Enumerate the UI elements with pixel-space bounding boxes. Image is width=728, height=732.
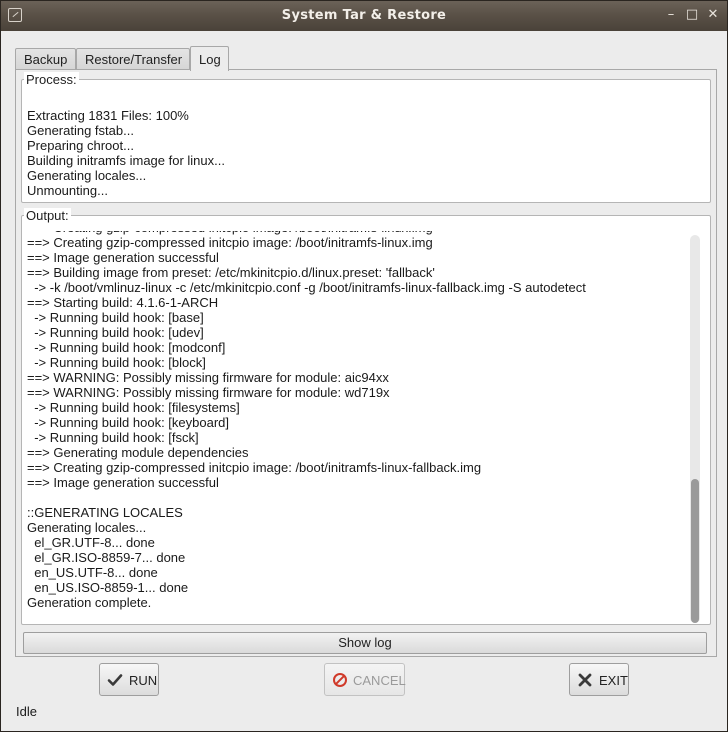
output-line: -> Running build hook: [keyboard] [27, 415, 229, 430]
exit-label: EXIT [599, 673, 628, 688]
checkmark-icon [107, 674, 123, 686]
output-text: ==> Creating gzip-compressed initcpio im… [27, 231, 586, 610]
title-bar[interactable]: System Tar & Restore – □ ✕ [1, 1, 727, 31]
cancel-button[interactable]: CANCEL [324, 663, 406, 696]
process-line: Generating fstab... [27, 123, 134, 138]
output-line: Generating locales... [27, 520, 147, 535]
output-line: el_GR.UTF-8... done [27, 535, 155, 550]
show-log-button[interactable]: Show log [23, 632, 707, 654]
output-line: ==> WARNING: Possibly missing firmware f… [27, 370, 389, 385]
output-line: el_GR.ISO-8859-7... done [27, 550, 186, 565]
output-line: en_US.UTF-8... done [27, 565, 158, 580]
process-line: Generating locales... [27, 168, 147, 183]
output-line: Generation complete. [27, 595, 152, 610]
close-x-icon [578, 673, 592, 687]
output-label: Output: [24, 208, 71, 223]
window-title: System Tar & Restore [281, 8, 447, 23]
minimize-icon[interactable]: – [661, 6, 681, 24]
output-viewport[interactable]: ==> Creating gzip-compressed initcpio im… [22, 231, 692, 625]
output-line: -> Running build hook: [udev] [27, 325, 204, 340]
scrollbar-thumb[interactable] [691, 479, 699, 623]
output-line: ==> Creating gzip-compressed initcpio im… [27, 460, 482, 475]
output-line: -> Running build hook: [filesystems] [27, 400, 240, 415]
run-label: RUN [129, 673, 158, 688]
output-line: -> -k /boot/vmlinuz-linux -c /etc/mkinit… [27, 280, 586, 295]
log-tab-panel: Process: Extracting 1831 Files: 100% Gene… [15, 69, 717, 657]
process-line: Extracting 1831 Files: 100% [27, 108, 189, 123]
output-line: -> Running build hook: [fsck] [27, 430, 199, 445]
run-button[interactable]: RUN [99, 663, 159, 696]
cancel-label: CANCEL [353, 673, 406, 688]
output-line: -> Running build hook: [modconf] [27, 340, 226, 355]
output-scrollbar[interactable] [690, 235, 700, 623]
process-label: Process: [24, 72, 79, 87]
output-line: ==> Creating gzip-compressed initcpio im… [27, 235, 433, 250]
main-window: System Tar & Restore – □ ✕ Backup Restor… [0, 0, 728, 732]
tab-restore-transfer[interactable]: Restore/Transfer [76, 48, 190, 69]
output-line: ==> Starting build: 4.1.6-1-ARCH [27, 295, 219, 310]
maximize-icon[interactable]: □ [682, 6, 702, 24]
process-line: Building initramfs image for linux... [27, 153, 225, 168]
status-text: Idle [16, 704, 37, 719]
process-text: Extracting 1831 Files: 100% Generating fs… [27, 108, 225, 198]
process-line: Preparing chroot... [27, 138, 134, 153]
output-line: -> Running build hook: [block] [27, 355, 206, 370]
output-line: ==> Generating module dependencies [27, 445, 249, 460]
output-line: -> Running build hook: [base] [27, 310, 204, 325]
output-line: ==> Image generation successful [27, 250, 219, 265]
cancel-icon [333, 673, 347, 687]
process-group: Process: Extracting 1831 Files: 100% Gene… [21, 72, 711, 203]
exit-button[interactable]: EXIT [569, 663, 629, 696]
output-line: ==> Building image from preset: /etc/mki… [27, 265, 435, 280]
output-line: ==> WARNING: Possibly missing firmware f… [27, 385, 390, 400]
output-group: Output: ==> Creating gzip-compressed ini… [21, 208, 711, 625]
tab-backup[interactable]: Backup [15, 48, 76, 69]
close-icon[interactable]: ✕ [703, 6, 723, 24]
output-line: en_US.ISO-8859-1... done [27, 580, 189, 595]
tab-log[interactable]: Log [190, 46, 229, 71]
output-line: ::GENERATING LOCALES [27, 505, 183, 520]
output-line: ==> Image generation successful [27, 475, 219, 490]
process-line: Unmounting... [27, 183, 108, 198]
